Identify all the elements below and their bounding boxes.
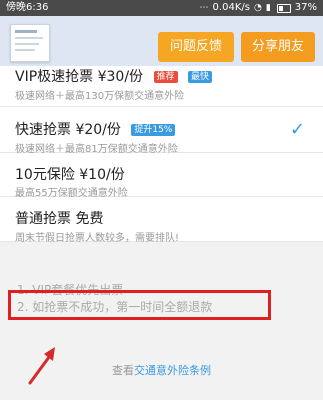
- option-title: VIP极速抢票 ¥30/份: [15, 69, 144, 85]
- insurance-terms-link[interactable]: 交通意外险条例: [134, 364, 211, 377]
- option-insurance[interactable]: 10元保险 ¥10/份 最高55万保额交通意外险: [0, 153, 323, 199]
- share-button[interactable]: 分享朋友: [241, 32, 315, 62]
- option-tag: 提升15%: [131, 124, 176, 136]
- screenshot-thumbnail[interactable]: [10, 24, 50, 62]
- screenshot-action-bar: 问题反馈 分享朋友: [0, 16, 323, 66]
- option-fast[interactable]: 快速抢票 ¥20/份 提升15% 极速网络＋最高81万保额交通意外险 ✓: [0, 107, 323, 155]
- option-title: 快速抢票 ¥20/份: [15, 122, 121, 138]
- annotation-highlight-box: [8, 290, 271, 320]
- option-vip[interactable]: VIP极速抢票 ¥30/份 推荐 最快 极速网络＋最高130万保额交通意外险: [0, 66, 323, 107]
- option-subtitle: 周末节假日抢票人数较多，需要排队!: [15, 233, 180, 244]
- signal-icon: ▮: [265, 3, 271, 13]
- option-tag: 最快: [187, 71, 212, 83]
- checkmark-icon: ✓: [289, 119, 305, 140]
- status-bar: 傍晚6:36 ⋯ 0.04K/s ◔ ▮ 37%: [0, 0, 323, 16]
- network-speed: 0.04K/s: [212, 2, 250, 13]
- footer: 查看交通意外险条例: [0, 362, 323, 378]
- wifi-icon: ◔: [253, 3, 262, 13]
- option-tag: 推荐: [153, 71, 178, 83]
- ticket-options-list: VIP极速抢票 ¥30/份 推荐 最快 极速网络＋最高130万保额交通意外险 快…: [0, 66, 323, 244]
- dots-icon: ⋯: [199, 3, 209, 13]
- status-time: 傍晚6:36: [6, 2, 49, 13]
- battery-icon: [276, 3, 291, 13]
- footer-prefix: 查看: [112, 364, 134, 377]
- option-title: 10元保险 ¥10/份: [15, 167, 125, 183]
- option-title: 普通抢票 免费: [15, 211, 104, 227]
- option-subtitle: 极速网络＋最高130万保额交通意外险: [15, 91, 185, 102]
- battery-percent: 37%: [294, 2, 317, 13]
- option-normal[interactable]: 普通抢票 免费 周末节假日抢票人数较多，需要排队!: [0, 197, 323, 244]
- feedback-button[interactable]: 问题反馈: [158, 32, 234, 62]
